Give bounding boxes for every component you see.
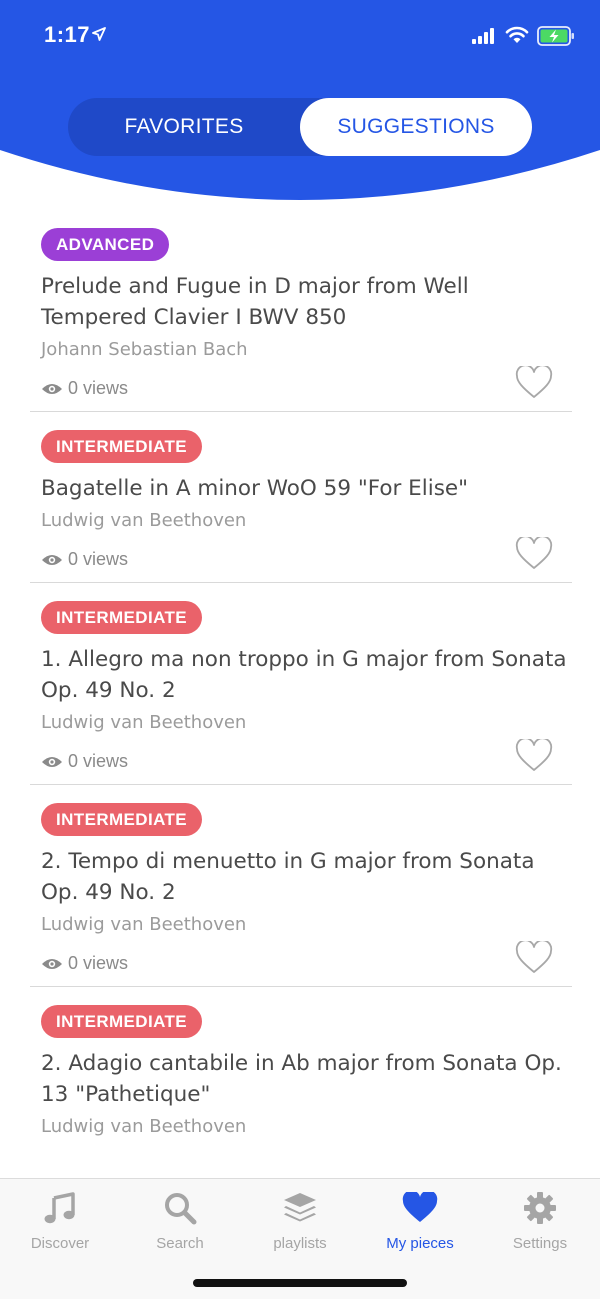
piece-title: Prelude and Fugue in D major from Well T… bbox=[41, 274, 469, 330]
tab-label: Discover bbox=[30, 1235, 90, 1252]
piece-card[interactable]: INTERMEDIATE Bagatelle in A minor WoO 59… bbox=[0, 412, 600, 583]
favorite-heart-icon[interactable] bbox=[515, 366, 553, 400]
tab-label: playlists bbox=[273, 1235, 327, 1252]
view-count-label: 0 views bbox=[68, 378, 129, 398]
pieces-list: ADVANCED Prelude and Fugue in D major fr… bbox=[0, 210, 600, 1178]
view-count: 0 views bbox=[41, 549, 128, 570]
eye-icon bbox=[42, 756, 62, 767]
home-indicator[interactable] bbox=[193, 1279, 407, 1287]
wifi-icon bbox=[505, 26, 529, 43]
piece-title: 2. Adagio cantabile in Ab major from Son… bbox=[41, 1051, 562, 1107]
tab-label: Settings bbox=[512, 1235, 568, 1252]
layers-icon bbox=[284, 1193, 316, 1222]
level-badge: INTERMEDIATE bbox=[41, 803, 203, 836]
tab-search[interactable]: Search bbox=[120, 1189, 240, 1252]
piece-card[interactable]: ADVANCED Prelude and Fugue in D major fr… bbox=[0, 210, 600, 412]
view-count-label: 0 views bbox=[68, 751, 129, 771]
segmented-control: FAVORITES SUGGESTIONS bbox=[68, 98, 532, 156]
favorite-heart-icon[interactable] bbox=[515, 941, 553, 975]
favorite-heart-icon[interactable] bbox=[515, 537, 553, 571]
piece-composer: Ludwig van Beethoven bbox=[41, 510, 247, 531]
battery-charging-icon bbox=[537, 26, 574, 46]
eye-icon bbox=[42, 554, 62, 565]
tab-suggestions[interactable]: SUGGESTIONS bbox=[300, 98, 532, 156]
gear-icon bbox=[524, 1192, 556, 1224]
heart-icon bbox=[402, 1192, 438, 1222]
piece-composer: Johann Sebastian Bach bbox=[41, 339, 248, 360]
piece-title: 1. Allegro ma non troppo in G major from… bbox=[41, 647, 567, 703]
view-count: 0 views bbox=[41, 953, 128, 974]
piece-card[interactable]: INTERMEDIATE 2. Tempo di menuetto in G m… bbox=[0, 785, 600, 987]
music-note-icon bbox=[44, 1192, 75, 1224]
search-icon bbox=[165, 1193, 197, 1225]
tab-favorites[interactable]: FAVORITES bbox=[68, 98, 300, 156]
level-badge: INTERMEDIATE bbox=[41, 1005, 203, 1038]
piece-composer: Ludwig van Beethoven bbox=[41, 914, 247, 935]
tab-label: My pieces bbox=[386, 1235, 454, 1252]
piece-title: 2. Tempo di menuetto in G major from Son… bbox=[41, 849, 535, 905]
piece-composer: Ludwig van Beethoven bbox=[41, 1116, 247, 1137]
eye-icon bbox=[42, 383, 62, 394]
tab-settings[interactable]: Settings bbox=[480, 1189, 600, 1252]
piece-composer: Ludwig van Beethoven bbox=[41, 712, 247, 733]
level-badge: INTERMEDIATE bbox=[41, 430, 203, 463]
location-arrow-icon bbox=[92, 27, 106, 41]
piece-title: Bagatelle in A minor WoO 59 "For Elise" bbox=[41, 476, 469, 501]
status-bar: 1:17 bbox=[0, 0, 600, 80]
piece-card[interactable]: INTERMEDIATE 1. Allegro ma non troppo in… bbox=[0, 583, 600, 785]
view-count-label: 0 views bbox=[68, 953, 129, 973]
header: 1:17 FAVORITES SUGGESTIONS bbox=[0, 0, 600, 210]
tab-playlists[interactable]: playlists bbox=[240, 1189, 360, 1252]
cellular-signal-icon bbox=[472, 28, 494, 44]
eye-icon bbox=[42, 958, 62, 969]
view-count: 0 views bbox=[41, 378, 128, 399]
tab-label: Search bbox=[156, 1235, 204, 1252]
tab-my-pieces[interactable]: My pieces bbox=[360, 1189, 480, 1252]
view-count-label: 0 views bbox=[68, 549, 129, 569]
favorite-heart-icon[interactable] bbox=[515, 739, 553, 773]
level-badge: ADVANCED bbox=[41, 228, 170, 261]
view-count: 0 views bbox=[41, 751, 128, 772]
level-badge: INTERMEDIATE bbox=[41, 601, 203, 634]
tab-discover[interactable]: Discover bbox=[0, 1189, 120, 1252]
status-time: 1:17 bbox=[44, 22, 91, 47]
piece-card[interactable]: INTERMEDIATE 2. Adagio cantabile in Ab m… bbox=[0, 987, 600, 1137]
